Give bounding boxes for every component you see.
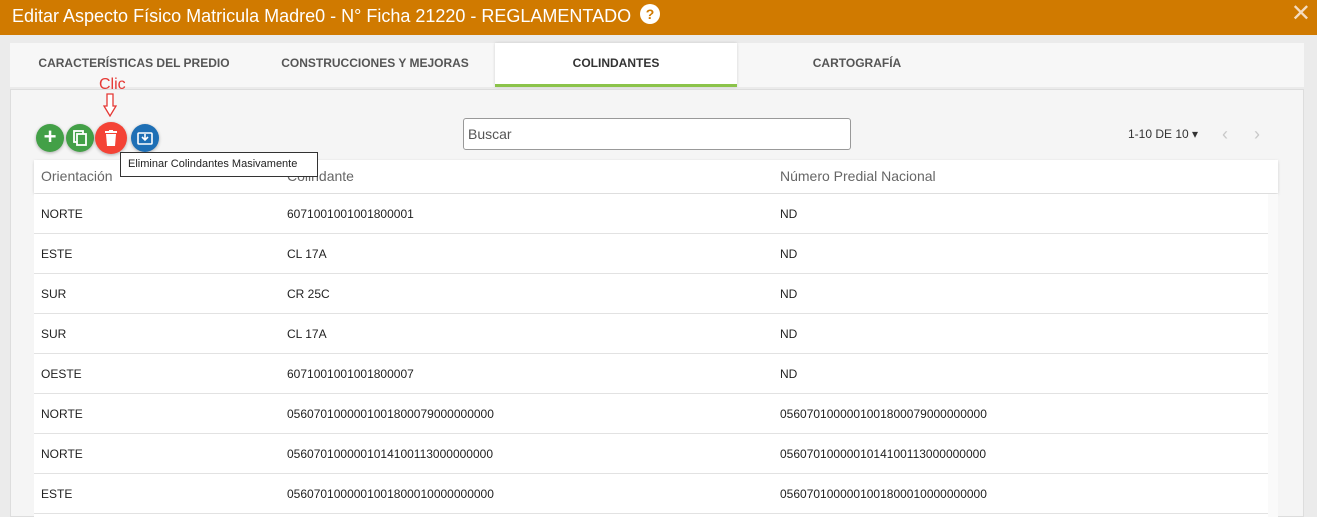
header-orientacion[interactable]: Orientación [41, 160, 113, 193]
tab-bar: CARACTERÍSTICAS DEL PREDIO CONSTRUCCIONE… [10, 43, 1304, 87]
cell-orientacion: SUR [41, 327, 67, 341]
cell-colindante: CL 17A [287, 327, 327, 341]
table-row[interactable]: NORTE 0560701000001014100113000000000 05… [34, 434, 1268, 474]
cell-orientacion: ESTE [41, 487, 73, 501]
window-title: Editar Aspecto Físico Matricula Madre0 -… [12, 6, 632, 26]
pagination-range-dropdown[interactable]: 1-10 DE 10 ▾ [1128, 127, 1198, 141]
trash-icon [105, 130, 117, 146]
tab-caracteristicas-del-predio[interactable]: CARACTERÍSTICAS DEL PREDIO [20, 43, 248, 87]
click-annotation-label: Clic [99, 76, 126, 93]
delete-tooltip: Eliminar Colindantes Masivamente [120, 152, 318, 177]
cell-colindante: 6071001001001800007 [287, 367, 414, 381]
cell-colindante: 0560701000001014100113000000000 [287, 447, 493, 461]
table-row[interactable]: ESTE 0560701000001001800010000000000 056… [34, 474, 1268, 514]
arrow-down-icon [103, 93, 117, 117]
cell-numero-predial: ND [780, 327, 798, 341]
import-colindantes-button[interactable] [131, 124, 159, 152]
add-colindante-button[interactable]: + [36, 124, 64, 152]
cell-colindante: 6071001001001800001 [287, 207, 414, 221]
prev-page-icon[interactable]: ‹ [1222, 124, 1228, 145]
table-row[interactable]: SUR CR 25C ND [34, 274, 1268, 314]
cell-colindante: CR 25C [287, 287, 330, 301]
cell-colindante: 0560701000001001800079000000000 [287, 407, 494, 421]
tab-construcciones-y-mejoras[interactable]: CONSTRUCCIONES Y MEJORAS [260, 43, 490, 87]
cell-numero-predial: 0560701000001014100113000000000 [780, 447, 986, 461]
table-row[interactable]: ESTE CL 17A ND [34, 234, 1268, 274]
import-icon [137, 132, 153, 145]
table-row[interactable]: NORTE 6071001001001800001 ND [34, 194, 1268, 234]
copy-colindante-button[interactable] [66, 124, 94, 152]
cell-numero-predial: ND [780, 247, 798, 261]
cell-numero-predial: 0560701000001001800010000000000 [780, 487, 987, 501]
cell-colindante: 0560701000001001800010000000000 [287, 487, 494, 501]
table-row[interactable]: OESTE 6071001001001800007 ND [34, 354, 1268, 394]
cell-orientacion: NORTE [41, 407, 83, 421]
table-body: NORTE 6071001001001800001 ND ESTE CL 17A… [34, 194, 1268, 517]
table-row[interactable]: NORTE 0560701000001001800079000000000 05… [34, 394, 1268, 434]
cell-orientacion: ESTE [41, 247, 73, 261]
copy-icon [73, 130, 87, 146]
cell-numero-predial: 0560701000001001800079000000000 [780, 407, 987, 421]
delete-colindantes-masivamente-button[interactable] [95, 122, 127, 154]
cell-numero-predial: ND [780, 207, 798, 221]
table-row[interactable]: SUR CL 17A ND [34, 314, 1268, 354]
search-input[interactable] [463, 118, 851, 150]
table-scrollbar[interactable] [1268, 194, 1278, 517]
next-page-icon[interactable]: › [1254, 124, 1260, 145]
header-numero-predial-nacional[interactable]: Número Predial Nacional [780, 160, 936, 193]
cell-colindante: CL 17A [287, 247, 327, 261]
help-icon[interactable]: ? [640, 4, 660, 24]
tab-colindantes[interactable]: COLINDANTES [495, 43, 737, 87]
cell-orientacion: NORTE [41, 447, 83, 461]
cell-orientacion: OESTE [41, 367, 82, 381]
tab-cartografia[interactable]: CARTOGRAFÍA [737, 43, 977, 87]
cell-orientacion: SUR [41, 287, 67, 301]
plus-icon: + [43, 124, 57, 149]
cell-numero-predial: ND [780, 367, 798, 381]
cell-numero-predial: ND [780, 287, 798, 301]
close-icon[interactable]: ✕ [1291, 1, 1311, 27]
title-bar: Editar Aspecto Físico Matricula Madre0 -… [0, 0, 1317, 35]
cell-orientacion: NORTE [41, 207, 83, 221]
